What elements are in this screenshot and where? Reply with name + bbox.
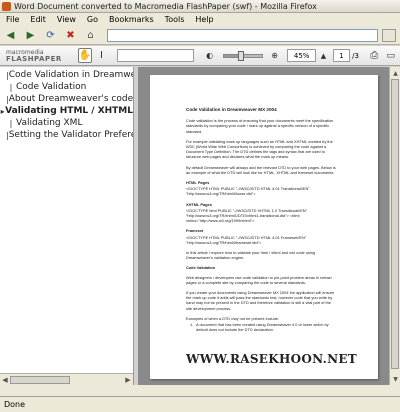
status-text: Done	[4, 400, 26, 409]
code-block: <!DOCTYPE HTML PUBLIC "-//W3C//DTD HTML …	[186, 234, 307, 245]
outline-item-label: Code Validation in Dreamweaver MX 2004	[8, 70, 133, 80]
scroll-down-icon[interactable]: ▼	[391, 374, 400, 384]
menu-view[interactable]: View	[57, 15, 76, 24]
print-icon[interactable]: ⎙	[367, 48, 382, 63]
fit-page-icon[interactable]: ▭	[384, 48, 399, 63]
paragraph: Examples of when a DTD may not be presen…	[186, 315, 279, 321]
menu-edit[interactable]: Edit	[30, 15, 46, 24]
forward-icon[interactable]: ▶	[23, 29, 38, 42]
home-icon[interactable]: ⌂	[83, 29, 98, 42]
outline-item[interactable]: | Code Validation in Dreamweaver MX 2004	[0, 69, 133, 81]
find-input[interactable]	[116, 49, 195, 62]
document-body: Code Validation in Dreamweaver MX 2004 C…	[186, 107, 336, 333]
menu-tools[interactable]: Tools	[165, 15, 185, 24]
subheading: Frameset	[186, 228, 204, 234]
window-titlebar: Word Document converted to Macromedia Fl…	[0, 0, 400, 13]
section-heading: Code Validation	[186, 265, 216, 271]
viewer-vertical-scrollbar[interactable]: ▲ ▼	[389, 67, 400, 385]
outline-item-label: Setting the Validator Preferences	[8, 130, 133, 140]
zoom-out-icon[interactable]: ◐	[202, 48, 217, 63]
address-bar[interactable]	[107, 28, 378, 42]
paragraph: By default Dreamweaver will always add t…	[186, 164, 336, 175]
paragraph: Code validation is the process of ensuri…	[186, 118, 334, 134]
outline-item[interactable]: | Validating XML	[0, 117, 133, 129]
flashpaper-toolbar: macromedia FLASHPAPER ✋ I ◐ ⊕ 45% ▲ 1 /3…	[0, 46, 400, 66]
list-number: 1.	[190, 322, 194, 328]
back-icon[interactable]: ◀	[3, 29, 18, 42]
paragraph: Web designers / developers use code vali…	[186, 274, 332, 285]
zoom-slider[interactable]	[223, 50, 264, 61]
page-number-field[interactable]: 1	[332, 49, 351, 62]
outline-marker: |	[9, 82, 13, 92]
code-block: <!DOCTYPE html PUBLIC "-//W3C//DTD XHTML…	[186, 207, 307, 224]
window-title: Word Document converted to Macromedia Fl…	[14, 1, 317, 11]
menu-file[interactable]: File	[6, 15, 19, 24]
zoom-field[interactable]: 45%	[287, 49, 317, 62]
outline-item[interactable]: | About Dreamweaver's code validation	[0, 93, 133, 105]
menubar: File Edit View Go Bookmarks Tools Help	[0, 13, 400, 26]
flashpaper-logo: macromedia FLASHPAPER	[0, 46, 78, 66]
code-block: <!DOCTYPE HTML PUBLIC "-//W3C//DTD HTML …	[186, 186, 310, 197]
outline-item-label: Validating HTML / XHTML	[5, 106, 133, 116]
list-item: 1. A document that has been created usin…	[186, 322, 336, 332]
scroll-up-icon[interactable]: ▲	[391, 68, 400, 78]
scrollbar-thumb[interactable]	[10, 376, 70, 384]
outline-item-label: About Dreamweaver's code validation	[8, 94, 134, 104]
outline-item-selected[interactable]: ▸ Validating HTML / XHTML	[0, 105, 133, 117]
outline-sidebar: | Code Validation in Dreamweaver MX 2004…	[0, 67, 134, 385]
reload-icon[interactable]: ⟳	[43, 29, 58, 42]
page-total: /3	[352, 51, 359, 60]
zoom-control: ◐ ⊕	[202, 48, 284, 63]
outline-item-label: Code Validation	[16, 82, 87, 92]
outline-item-label: Validating XML	[16, 118, 83, 128]
go-button[interactable]	[382, 28, 396, 42]
subheading: XHTML Pages	[186, 201, 212, 207]
outline-item[interactable]: | Setting the Validator Preferences	[0, 129, 133, 141]
menu-bookmarks[interactable]: Bookmarks	[109, 15, 154, 24]
hand-tool-icon[interactable]: ✋	[77, 48, 93, 63]
subheading: HTML Pages	[186, 180, 210, 186]
zoom-slider-thumb[interactable]	[238, 50, 245, 61]
list-item-text: A document that has been created using D…	[196, 322, 329, 333]
firefox-icon	[2, 1, 11, 11]
sidebar-horizontal-scrollbar[interactable]: ◀ ▶	[0, 373, 133, 385]
stop-icon[interactable]: ✖	[63, 29, 78, 42]
document-heading: Code Validation in Dreamweaver MX 2004	[186, 107, 277, 112]
brand-bottom: FLASHPAPER	[6, 54, 62, 63]
paragraph: In this article I explore how to validat…	[186, 250, 316, 261]
window-bottom-frame	[0, 385, 400, 396]
text-select-icon[interactable]: I	[94, 48, 109, 63]
scroll-right-icon[interactable]: ▶	[123, 375, 133, 385]
document-viewer: Code Validation in Dreamweaver MX 2004 C…	[138, 67, 400, 385]
paragraph: For example validating mark up languages…	[186, 138, 333, 160]
paragraph: If you create your documents using Dream…	[186, 290, 335, 311]
scroll-left-icon[interactable]: ◀	[0, 375, 10, 385]
document-page: Code Validation in Dreamweaver MX 2004 C…	[150, 75, 378, 379]
status-bar: Done	[0, 396, 400, 412]
watermark-text: WWW.RASEKHOON.NET	[186, 352, 358, 366]
navigation-toolbar: ◀ ▶ ⟳ ✖ ⌂	[0, 26, 400, 45]
scrollbar-thumb[interactable]	[391, 79, 399, 369]
zoom-in-icon[interactable]: ⊕	[267, 48, 282, 63]
outline-item[interactable]: | Code Validation	[0, 81, 133, 93]
menu-help[interactable]: Help	[195, 15, 213, 24]
menu-go[interactable]: Go	[87, 15, 98, 24]
page-up-icon[interactable]: ▲	[316, 48, 331, 63]
outline-list: | Code Validation in Dreamweaver MX 2004…	[0, 67, 133, 141]
outline-marker: |	[9, 118, 13, 128]
